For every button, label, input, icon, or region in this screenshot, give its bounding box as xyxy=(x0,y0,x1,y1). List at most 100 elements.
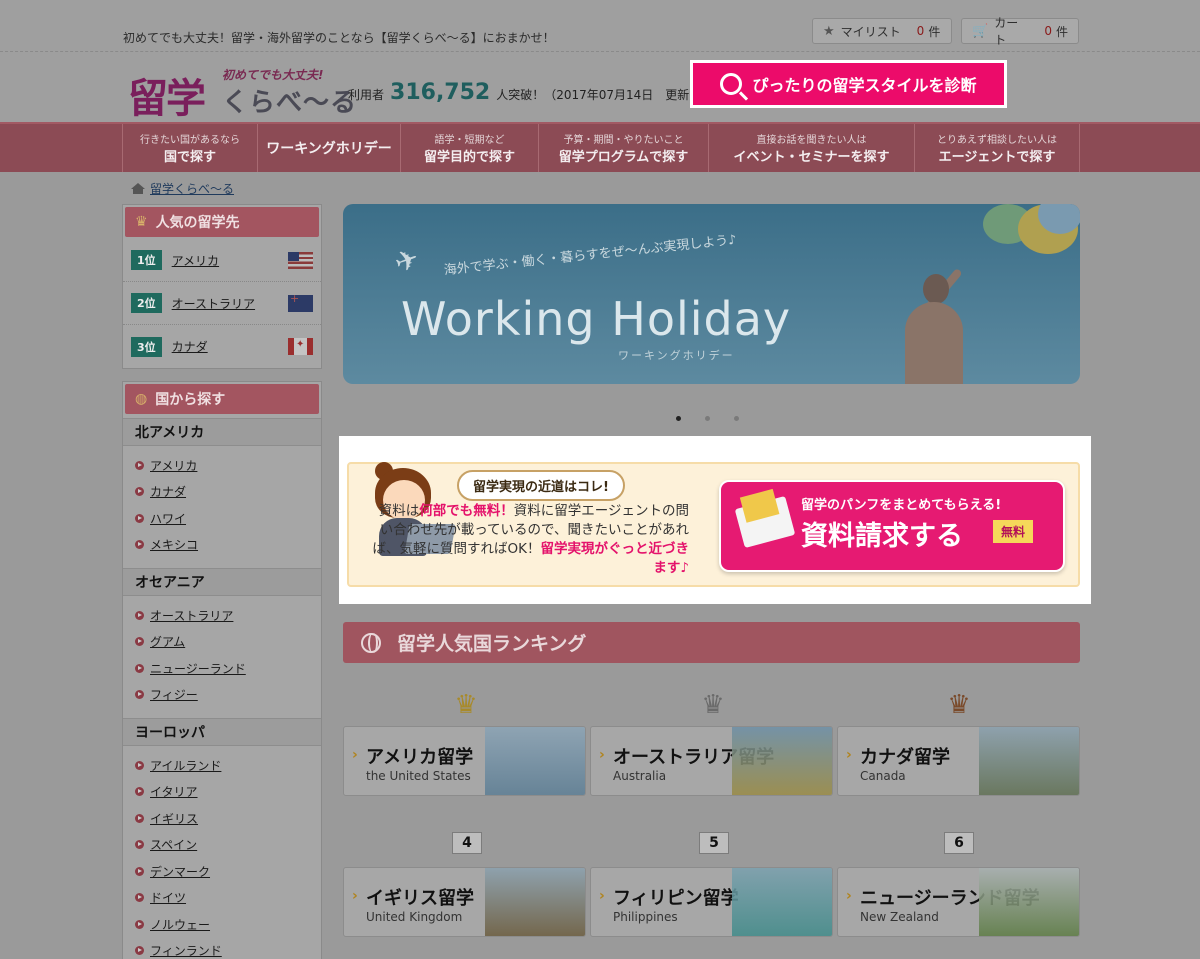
country-link[interactable]: グアム xyxy=(150,633,185,650)
carousel-dots xyxy=(676,416,739,421)
search-icon xyxy=(720,73,743,95)
nav-label: 留学目的で探す xyxy=(423,150,515,165)
home-icon xyxy=(131,183,145,194)
chevron-right-icon: › xyxy=(599,888,605,904)
popular-item-link[interactable]: カナダ xyxy=(172,338,288,355)
search-by-country-heading: ◍ 国から探す xyxy=(125,384,319,414)
rank-number-5: 5 xyxy=(699,832,729,854)
country-link[interactable]: メキシコ xyxy=(150,536,198,553)
card-subtitle: the United States xyxy=(366,769,471,783)
popular-destinations-heading: ♛ 人気の留学先 xyxy=(125,207,319,237)
cart-unit: 件 xyxy=(1055,24,1068,39)
ranking-card-australia[interactable]: › オーストラリア留学 Australia xyxy=(590,726,833,796)
mylist-label: マイリスト xyxy=(840,24,901,39)
arrow-bullet-icon xyxy=(135,610,144,620)
silver-crown-icon: ♛ xyxy=(701,690,725,720)
nav-search-by-program[interactable]: 予算・期間・やりたいこと 留学プログラムで探す xyxy=(539,124,709,172)
chevron-right-icon: › xyxy=(352,888,358,904)
rank-badge: 1位 xyxy=(131,250,162,270)
carousel-dot[interactable] xyxy=(734,416,739,421)
nav-label: 国で探す xyxy=(163,150,216,165)
breadcrumb-home-link[interactable]: 留学くらべ～る xyxy=(150,180,234,197)
arrow-bullet-icon xyxy=(135,487,144,497)
speech-bubble: 留学実現の近道はコレ! xyxy=(457,470,625,501)
search-by-country-title: 国から探す xyxy=(155,392,226,408)
country-link[interactable]: フィジー xyxy=(150,686,198,703)
diagnose-button[interactable]: ぴったりの留学スタイルを診断 xyxy=(690,60,1007,108)
country-link[interactable]: スペイン xyxy=(150,836,197,853)
carousel-dot[interactable] xyxy=(676,416,681,421)
cart-icon: 🛒 xyxy=(972,23,989,39)
popular-item-link[interactable]: アメリカ xyxy=(172,252,288,269)
page: 初めてでも大丈夫！留学・海外留学のことなら【留学くらべ～る】におまかせ！ ★ マ… xyxy=(0,0,1200,959)
list-item: スペイン xyxy=(135,832,321,859)
card-subtitle: United Kingdom xyxy=(366,910,463,924)
site-header: 留学 初めてでも大丈夫! くらべ〜る 利用者 316,752 人突破！（2017… xyxy=(0,52,1200,122)
ranking-card-philippines[interactable]: › フィリピン留学 Philippines xyxy=(590,867,833,937)
list-item: アメリカ xyxy=(135,452,321,479)
country-link[interactable]: アイルランド xyxy=(150,757,221,774)
ranking-card-canada[interactable]: › カナダ留学 Canada xyxy=(837,726,1080,796)
mylist-button[interactable]: ★ マイリスト 0 件 xyxy=(812,18,952,44)
list-item: イタリア xyxy=(135,779,321,806)
country-list-europe: アイルランド イタリア イギリス スペイン デンマーク ドイツ ノルウェー フィ… xyxy=(123,746,321,959)
airplane-icon: ✈ xyxy=(390,240,424,281)
list-item: アイルランド xyxy=(135,752,321,779)
hero-subtitle: ワーキングホリデー xyxy=(618,349,735,362)
country-link[interactable]: ニュージーランド xyxy=(150,660,246,677)
popular-item-australia[interactable]: 2位 オーストラリア xyxy=(123,282,321,325)
list-item: イギリス xyxy=(135,805,321,832)
popular-item-usa[interactable]: 1位 アメリカ xyxy=(123,239,321,282)
rank-badge: 3位 xyxy=(131,336,162,357)
arrow-bullet-icon xyxy=(135,637,144,647)
ranking-card-uk[interactable]: › イギリス留学 United Kingdom xyxy=(343,867,586,937)
nav-search-events[interactable]: 直接お話を聞きたい人は イベント・セミナーを探す xyxy=(709,124,915,172)
desc-highlight-free: 何部でも無料！ xyxy=(419,503,514,519)
nav-label: ワーキングホリデー xyxy=(266,141,392,157)
statue-of-liberty-image xyxy=(485,727,585,795)
arrow-bullet-icon xyxy=(135,893,144,903)
country-link[interactable]: フィンランド xyxy=(150,942,222,959)
country-link[interactable]: ハワイ xyxy=(150,510,186,527)
rank-number-4: 4 xyxy=(452,832,482,854)
desc-text: 資料は xyxy=(378,503,420,519)
popular-destinations-box: ♛ 人気の留学先 1位 アメリカ 2位 オーストラリア 3位 カナダ xyxy=(122,204,322,369)
country-link[interactable]: オーストラリア xyxy=(150,607,233,624)
ranking-card-usa[interactable]: › アメリカ留学 the United States xyxy=(343,726,586,796)
hero-banner-working-holiday[interactable]: ✈ 海外で学ぶ・働く・暮らすをぜ〜んぶ実現しよう♪ Working Holida… xyxy=(343,204,1080,384)
ranking-heading: 留学人気国ランキング xyxy=(343,622,1080,663)
nav-search-agents[interactable]: とりあえず相談したい人は エージェントで探す xyxy=(915,124,1080,172)
region-north-america: 北アメリカ xyxy=(123,418,321,446)
country-link[interactable]: ドイツ xyxy=(150,889,186,906)
search-by-country-box: ◍ 国から探す 北アメリカ アメリカ カナダ ハワイ メキシコ オセアニア オー… xyxy=(122,381,322,959)
envelope-icon xyxy=(734,495,796,549)
nav-search-by-purpose[interactable]: 語学・短期など 留学目的で探す xyxy=(401,124,539,172)
country-link[interactable]: イタリア xyxy=(150,783,198,800)
arrow-bullet-icon xyxy=(135,946,144,956)
country-link[interactable]: アメリカ xyxy=(150,457,197,474)
sheep-image xyxy=(979,868,1079,936)
nav-caption: 予算・期間・やりたいこと xyxy=(563,135,684,146)
us-flag-icon xyxy=(288,251,313,269)
country-link[interactable]: デンマーク xyxy=(150,863,210,880)
nav-search-by-country[interactable]: 行きたい国があるなら 国で探す xyxy=(122,124,258,172)
country-link[interactable]: イギリス xyxy=(150,810,198,827)
request-brochure-button[interactable]: 留学のパンフをまとめてもらえる! 資料請求する 無料 xyxy=(719,480,1065,572)
cart-count: 0 xyxy=(1044,24,1052,38)
free-badge: 無料 xyxy=(993,520,1034,543)
chevron-right-icon: › xyxy=(352,747,358,763)
logo-main-text: 留学 xyxy=(128,76,206,122)
cart-button[interactable]: 🛒 カート 0 件 xyxy=(961,16,1079,47)
logo-kana-text: くらべ〜る xyxy=(222,88,358,118)
popular-item-canada[interactable]: 3位 カナダ xyxy=(123,325,321,368)
arrow-bullet-icon xyxy=(135,787,144,797)
gold-crown-icon: ♛ xyxy=(454,690,478,720)
popular-item-link[interactable]: オーストラリア xyxy=(172,295,288,312)
nav-caption: とりあえず相談したい人は xyxy=(937,135,1057,146)
ranking-card-new-zealand[interactable]: › ニュージーランド留学 New Zealand xyxy=(837,867,1080,937)
carousel-dot[interactable] xyxy=(705,416,710,421)
arrow-bullet-icon xyxy=(135,866,144,876)
country-link[interactable]: ノルウェー xyxy=(150,916,210,933)
country-link[interactable]: カナダ xyxy=(150,483,186,500)
nav-working-holiday[interactable]: ワーキングホリデー xyxy=(258,124,401,172)
